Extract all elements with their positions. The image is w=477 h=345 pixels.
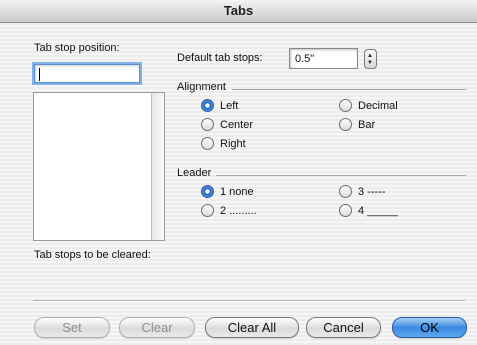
leader-2-radio[interactable]: 2 ......... [201,204,257,217]
leader-3-label: 3 ----- [358,185,386,198]
alignment-bar-radio[interactable]: Bar [339,118,375,131]
default-tab-stops-value: 0.5" [295,53,315,65]
alignment-decimal-label: Decimal [358,99,398,112]
radio-unselected-icon [339,204,352,217]
window-title: Tabs [0,0,477,23]
alignment-left-label: Left [220,99,239,112]
leader-3-radio[interactable]: 3 ----- [339,185,386,198]
default-tab-stops-field[interactable]: 0.5" [289,48,358,69]
ok-button[interactable]: OK [392,317,467,338]
radio-unselected-icon [339,118,352,131]
tabs-dialog: Tab stop position: Default tab stops: 0.… [0,23,477,345]
leader-2-label: 2 ......... [220,204,257,217]
leader-4-radio[interactable]: 4 _____ [339,204,398,217]
cancel-button[interactable]: Cancel [306,317,381,338]
tab-stops-cleared-label: Tab stops to be cleared: [34,249,151,261]
alignment-center-radio[interactable]: Center [201,118,253,131]
radio-unselected-icon [201,137,214,150]
alignment-divider [232,89,466,90]
default-tab-stops-stepper[interactable]: ▲ ▼ [364,49,377,69]
tab-stop-position-input[interactable] [34,64,140,83]
stepper-up-icon[interactable]: ▲ [367,53,373,59]
radio-unselected-icon [201,204,214,217]
radio-unselected-icon [339,99,352,112]
tab-stop-position-label: Tab stop position: [34,42,120,54]
clear-all-button[interactable]: Clear All [205,317,299,338]
radio-unselected-icon [201,118,214,131]
alignment-right-label: Right [220,137,246,150]
set-button[interactable]: Set [34,317,110,338]
radio-selected-icon [201,99,214,112]
leader-group-title: Leader [177,167,212,179]
leader-1-radio[interactable]: 1 none [201,185,254,198]
leader-divider [216,175,466,176]
alignment-bar-label: Bar [358,118,376,131]
alignment-right-radio[interactable]: Right [201,137,246,150]
radio-unselected-icon [339,185,352,198]
alignment-decimal-radio[interactable]: Decimal [339,99,398,112]
clear-button[interactable]: Clear [119,317,195,338]
alignment-group-title: Alignment [177,81,226,93]
alignment-center-label: Center [220,118,254,131]
radio-selected-icon [201,185,214,198]
stepper-down-icon[interactable]: ▼ [367,60,373,66]
default-tab-stops-label: Default tab stops: [177,52,263,64]
text-caret [39,68,40,81]
alignment-left-radio[interactable]: Left [201,99,238,112]
leader-1-label: 1 none [220,185,254,198]
tab-stops-list[interactable] [33,92,165,241]
tab-stops-list-scrollbar[interactable] [151,93,164,240]
footer-divider [33,300,465,302]
leader-4-label: 4 _____ [358,204,398,217]
